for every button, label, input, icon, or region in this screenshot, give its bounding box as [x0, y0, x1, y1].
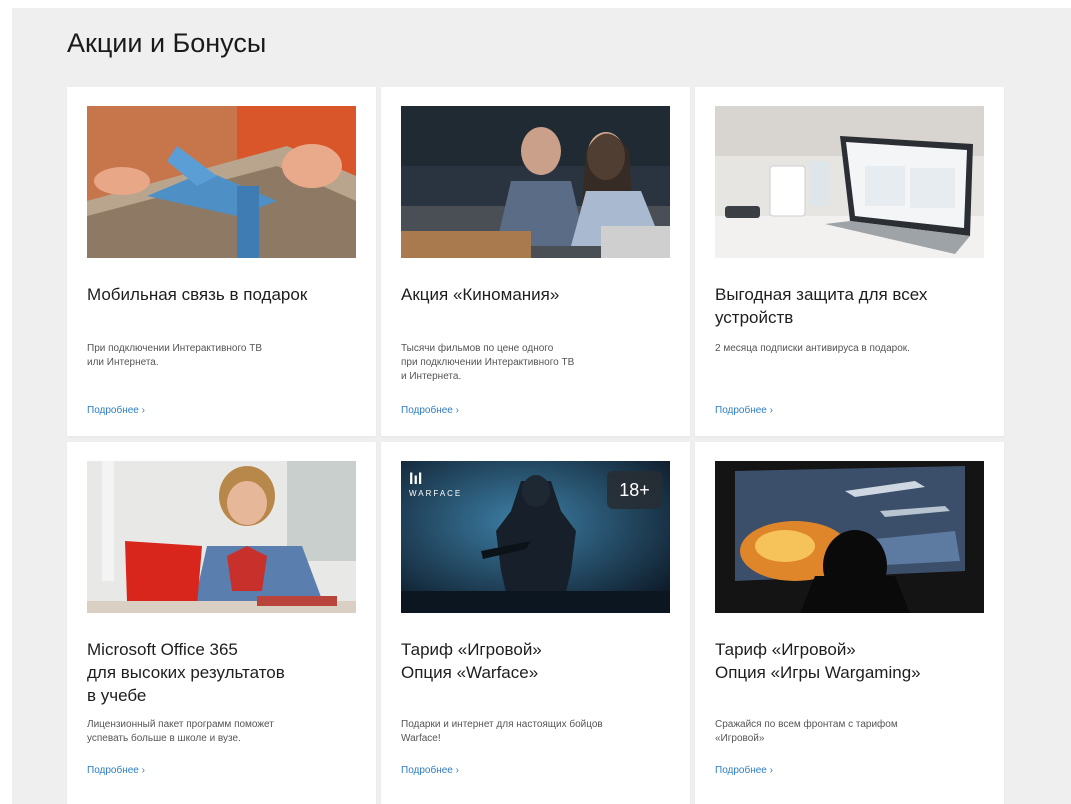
card-title: Microsoft Office 365 для высоких результ…: [87, 640, 285, 705]
gift-photo: [87, 106, 356, 258]
promo-card-office365[interactable]: Microsoft Office 365 для высоких результ…: [67, 442, 376, 804]
card-description: Сражайся по всем фронтам с тарифом «Игро…: [715, 719, 898, 744]
promo-card-wargaming[interactable]: Тариф «Игровой» Опция «Игры Wargaming» С…: [695, 442, 1004, 804]
card-description: 2 месяца подписки антивируса в подарок.: [715, 343, 910, 354]
student-laptop-photo: [87, 461, 356, 613]
gamer-tanks-art: [715, 461, 984, 613]
laptop-photo: [715, 106, 984, 258]
page-background: Акции и Бонусы Мобильная связь в подарок…: [12, 8, 1071, 804]
more-link[interactable]: Подробнее ›: [87, 765, 145, 776]
promo-card-warface[interactable]: lıl WARFACE 18+ Тариф «Игровой» Опция «W…: [381, 442, 690, 804]
card-description: Подарки и интернет для настоящих бойцов …: [401, 719, 603, 744]
promo-card-antivirus[interactable]: Выгодная защита для всех устройств 2 мес…: [695, 87, 1004, 436]
promo-card-kinomania[interactable]: Акция «Киномания» Тысячи фильмов по цене…: [381, 87, 690, 436]
card-description: Тысячи фильмов по цене одного при подклю…: [401, 343, 575, 382]
card-title: Тариф «Игровой» Опция «Warface»: [401, 640, 542, 682]
warface-soldier-art: lıl WARFACE 18+: [401, 461, 670, 613]
promo-card-mobile-gift[interactable]: Мобильная связь в подарок При подключени…: [67, 87, 376, 436]
more-link[interactable]: Подробнее ›: [87, 405, 145, 416]
card-title: Мобильная связь в подарок: [87, 285, 308, 304]
page-title: Акции и Бонусы: [67, 28, 267, 58]
card-title: Тариф «Игровой» Опция «Игры Wargaming»: [715, 640, 921, 682]
age-rating-badge: 18+: [607, 471, 662, 509]
more-link[interactable]: Подробнее ›: [401, 405, 459, 416]
card-description: При подключении Интерактивного ТВ или Ин…: [87, 343, 263, 368]
couple-watching-tv-photo: [401, 106, 670, 258]
warface-logo: lıl WARFACE: [409, 471, 463, 498]
more-link[interactable]: Подробнее ›: [715, 765, 773, 776]
card-title: Выгодная защита для всех устройств: [715, 285, 928, 327]
card-description: Лицензионный пакет программ поможет успе…: [87, 719, 274, 744]
card-title: Акция «Киномания»: [401, 285, 560, 304]
more-link[interactable]: Подробнее ›: [715, 405, 773, 416]
more-link[interactable]: Подробнее ›: [401, 765, 459, 776]
